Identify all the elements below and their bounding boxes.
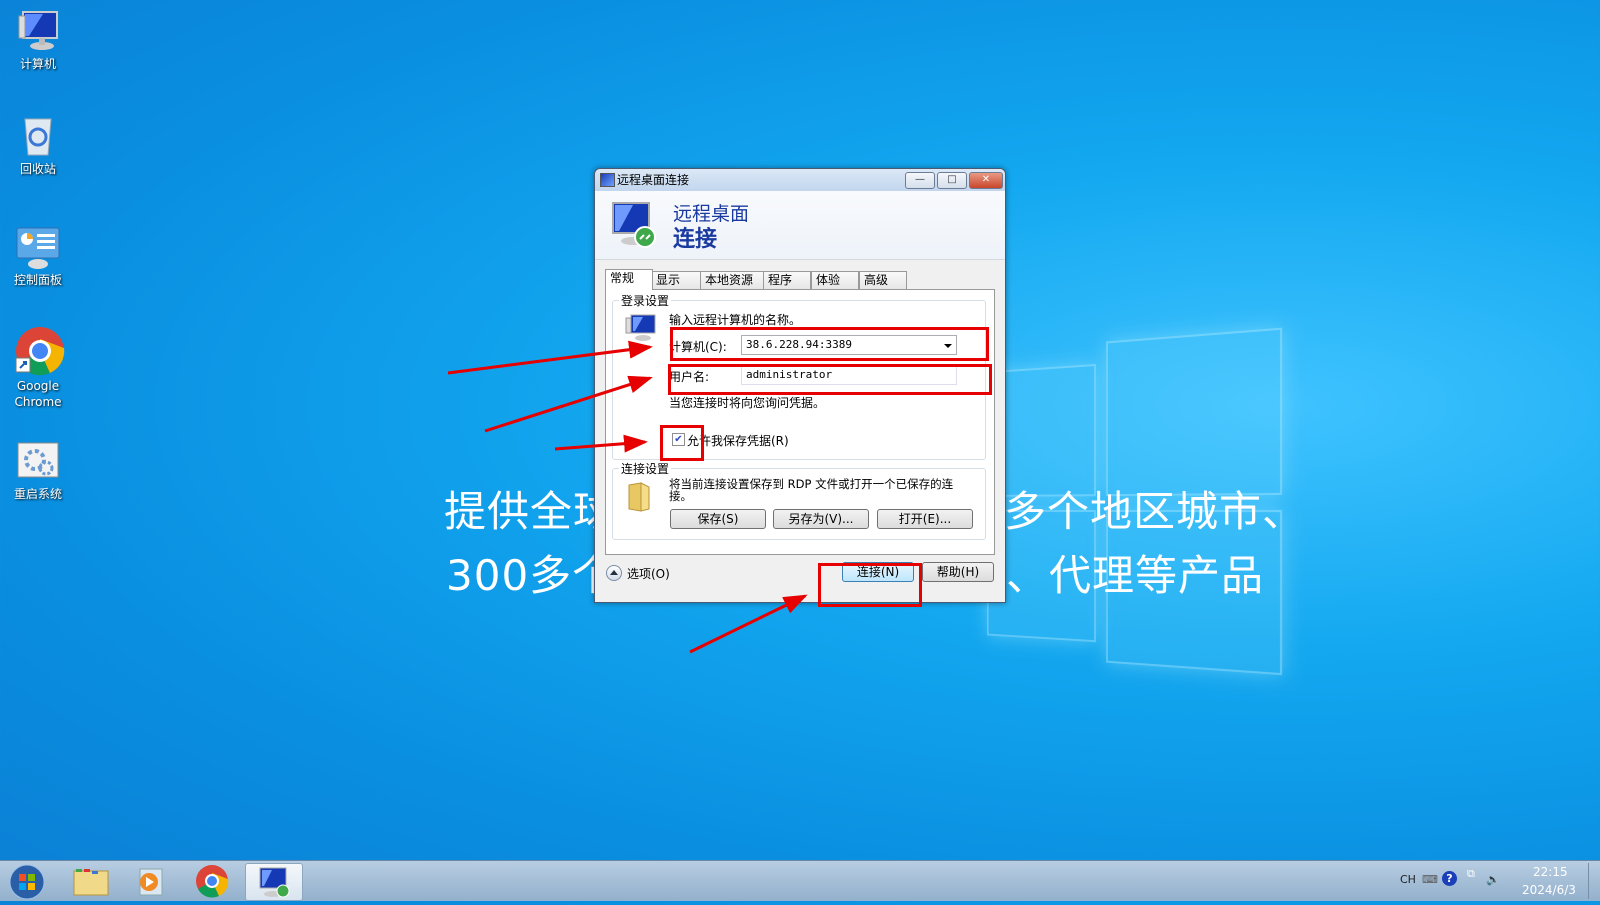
network-icon[interactable]: ⧉ (1467, 867, 1475, 881)
show-desktop-button[interactable] (1588, 863, 1599, 899)
remote-desktop-monitor-icon (611, 201, 656, 248)
clock-time[interactable]: 22:15 (1533, 865, 1568, 879)
minimize-button[interactable]: — (905, 172, 935, 189)
connection-settings-group: 连接设置 将当前连接设置保存到 RDP 文件或打开一个已保存的连接。 保存(S)… (612, 460, 986, 540)
recycle-bin-icon (15, 115, 61, 159)
connection-settings-label: 连接设置 (619, 460, 672, 477)
overlay-text-line2-left: 300多个 (446, 551, 616, 600)
header-title-line2: 连接 (673, 226, 718, 252)
tab-programs[interactable]: 程序 (763, 271, 811, 289)
dialog-title: 远程桌面连接 (617, 173, 690, 187)
chrome-icon (15, 326, 65, 376)
options-expand-icon[interactable] (606, 565, 622, 581)
computer-name-prompt: 输入远程计算机的名称。 (669, 313, 802, 327)
login-settings-label: 登录设置 (619, 292, 672, 309)
connect-button[interactable]: 连接(N) (842, 562, 914, 582)
username-value: administrator (746, 368, 833, 381)
close-button[interactable]: ✕ (969, 172, 1003, 189)
remote-desktop-icon (600, 173, 615, 187)
tab-display[interactable]: 显示 (651, 271, 701, 289)
remote-desktop-dialog: 远程桌面连接 — □ ✕ 远程桌面 连接 常规 显示 本地资源 程序 体验 高级… (594, 168, 1006, 603)
clock-date[interactable]: 2024/6/3 (1522, 883, 1576, 897)
save-button[interactable]: 保存(S) (670, 509, 766, 529)
save-as-button[interactable]: 另存为(V)... (773, 509, 869, 529)
dialog-titlebar[interactable]: 远程桌面连接 — □ ✕ (595, 169, 1005, 191)
folder-icon (627, 481, 653, 517)
overlay-text-line1-right: 多个地区城市、 (1004, 487, 1306, 536)
save-credentials-checkbox[interactable]: ✔ (672, 433, 685, 446)
taskbar-chrome[interactable] (184, 863, 240, 899)
username-field[interactable]: administrator (741, 365, 957, 385)
start-button[interactable] (2, 863, 58, 900)
desktop-icon-recycle-bin[interactable]: 回收站 (4, 115, 72, 177)
tab-advanced[interactable]: 高级 (859, 271, 907, 289)
overlay-text-line2-right: 、代理等产品 (1006, 551, 1265, 600)
keyboard-icon[interactable]: ⌨ (1422, 873, 1438, 886)
connection-settings-description: 将当前连接设置保存到 RDP 文件或打开一个已保存的连接。 (669, 477, 954, 503)
desktop-icon-restart-system[interactable]: 重启系统 (4, 440, 72, 502)
tab-panel-general: 登录设置 输入远程计算机的名称。 计算机(C): 38.6.228.94:338… (605, 289, 995, 555)
desktop-icon-label: 控制面板 (13, 273, 62, 287)
desktop-icon-google-chrome[interactable]: Google Chrome (4, 326, 72, 410)
desktop-icon-control-panel[interactable]: 控制面板 (4, 226, 72, 288)
desktop-icon-label: 回收站 (19, 162, 56, 176)
login-settings-group: 登录设置 输入远程计算机的名称。 计算机(C): 38.6.228.94:338… (612, 292, 986, 460)
taskbar-remote-desktop[interactable] (245, 863, 303, 901)
taskbar: CH ⌨ ? ⧉ 🔈 22:15 2024/6/3 (0, 860, 1600, 901)
computer-icon (625, 313, 657, 347)
chevron-down-icon[interactable] (944, 344, 952, 348)
taskbar-file-explorer[interactable] (64, 863, 120, 899)
tab-experience[interactable]: 体验 (811, 271, 859, 289)
computer-label: 计算机(C): (669, 340, 727, 354)
volume-icon[interactable]: 🔈 (1486, 873, 1500, 886)
restart-system-icon (15, 440, 61, 484)
desktop-icon-label: 计算机 (19, 57, 56, 71)
desktop-icon-label: 重启系统 (13, 487, 62, 501)
help-icon[interactable]: ? (1442, 871, 1457, 886)
desktop-icon-label: Google Chrome (14, 379, 62, 409)
open-button[interactable]: 打开(E)... (877, 509, 973, 529)
username-label: 用户名: (669, 370, 710, 384)
arrow-to-connect (689, 594, 808, 654)
taskbar-media-player[interactable] (124, 863, 180, 899)
computer-combobox[interactable]: 38.6.228.94:3389 (741, 335, 957, 355)
tab-local-resources[interactable]: 本地资源 (700, 271, 766, 289)
dialog-header: 远程桌面 连接 (595, 191, 1005, 260)
options-toggle[interactable]: 选项(O) (627, 565, 670, 582)
desktop-icon-computer[interactable]: 计算机 (4, 10, 72, 72)
save-credentials-label[interactable]: 允许我保存凭据(R) (687, 432, 789, 449)
credential-note: 当您连接时将向您询问凭据。 (669, 396, 826, 410)
overlay-text-line1-left: 提供全球 (444, 487, 617, 536)
maximize-button[interactable]: □ (937, 172, 967, 189)
computer-value: 38.6.228.94:3389 (746, 338, 852, 351)
tab-general[interactable]: 常规 (605, 269, 653, 290)
computer-icon (15, 10, 61, 54)
control-panel-icon (15, 226, 61, 270)
language-indicator[interactable]: CH (1400, 873, 1416, 886)
help-button[interactable]: 帮助(H) (922, 562, 994, 582)
